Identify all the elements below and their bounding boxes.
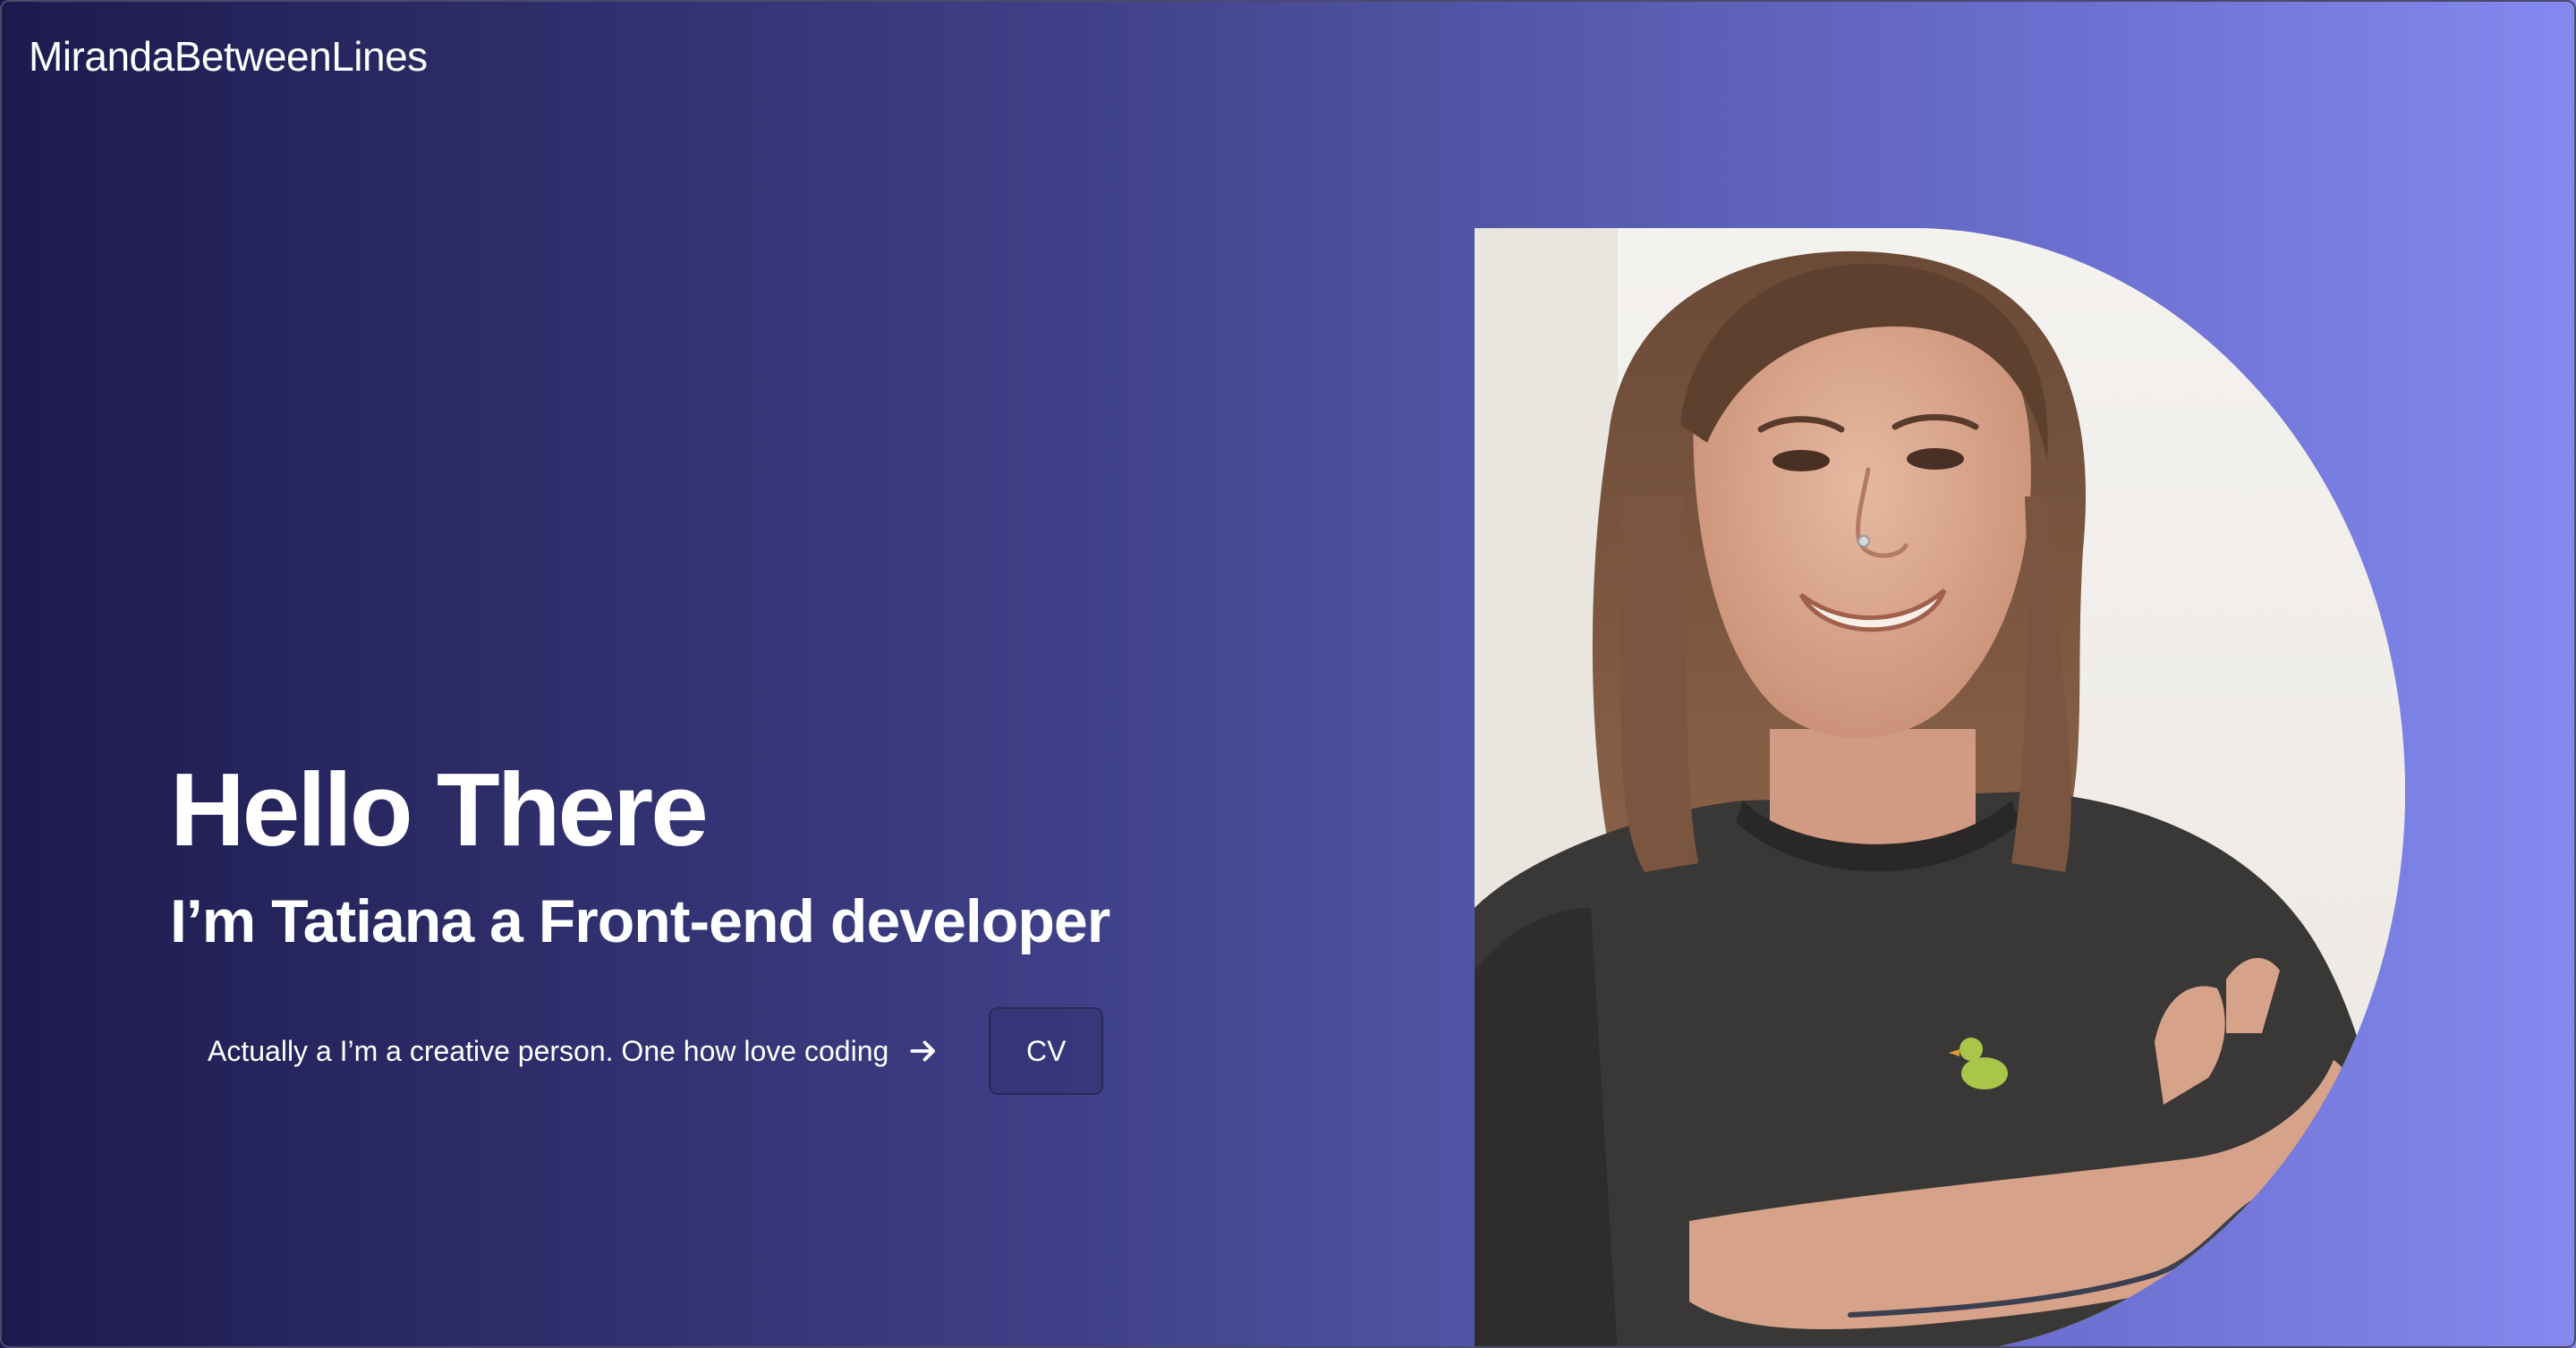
hero-section: Hello There I’m Tatiana a Front-end deve… (170, 751, 1110, 955)
hero-title: Hello There (170, 751, 709, 868)
portrait-illustration (1475, 228, 2405, 1348)
about-link[interactable]: Actually a I’m a creative person. One ho… (208, 1034, 940, 1068)
page: MirandaBetweenLines Hello There I’m Tati… (0, 0, 2576, 1348)
arrow-right-icon (910, 1040, 936, 1062)
hero-subtitle: I’m Tatiana a Front-end developer (170, 886, 1110, 955)
brand-logo[interactable]: MirandaBetweenLines (29, 32, 428, 81)
cv-button[interactable]: CV (989, 1007, 1104, 1095)
portrait-photo (1475, 228, 2405, 1348)
about-link-label: Actually a I’m a creative person. One ho… (208, 1034, 889, 1067)
cta-row: Actually a I’m a creative person. One ho… (208, 1007, 1104, 1095)
